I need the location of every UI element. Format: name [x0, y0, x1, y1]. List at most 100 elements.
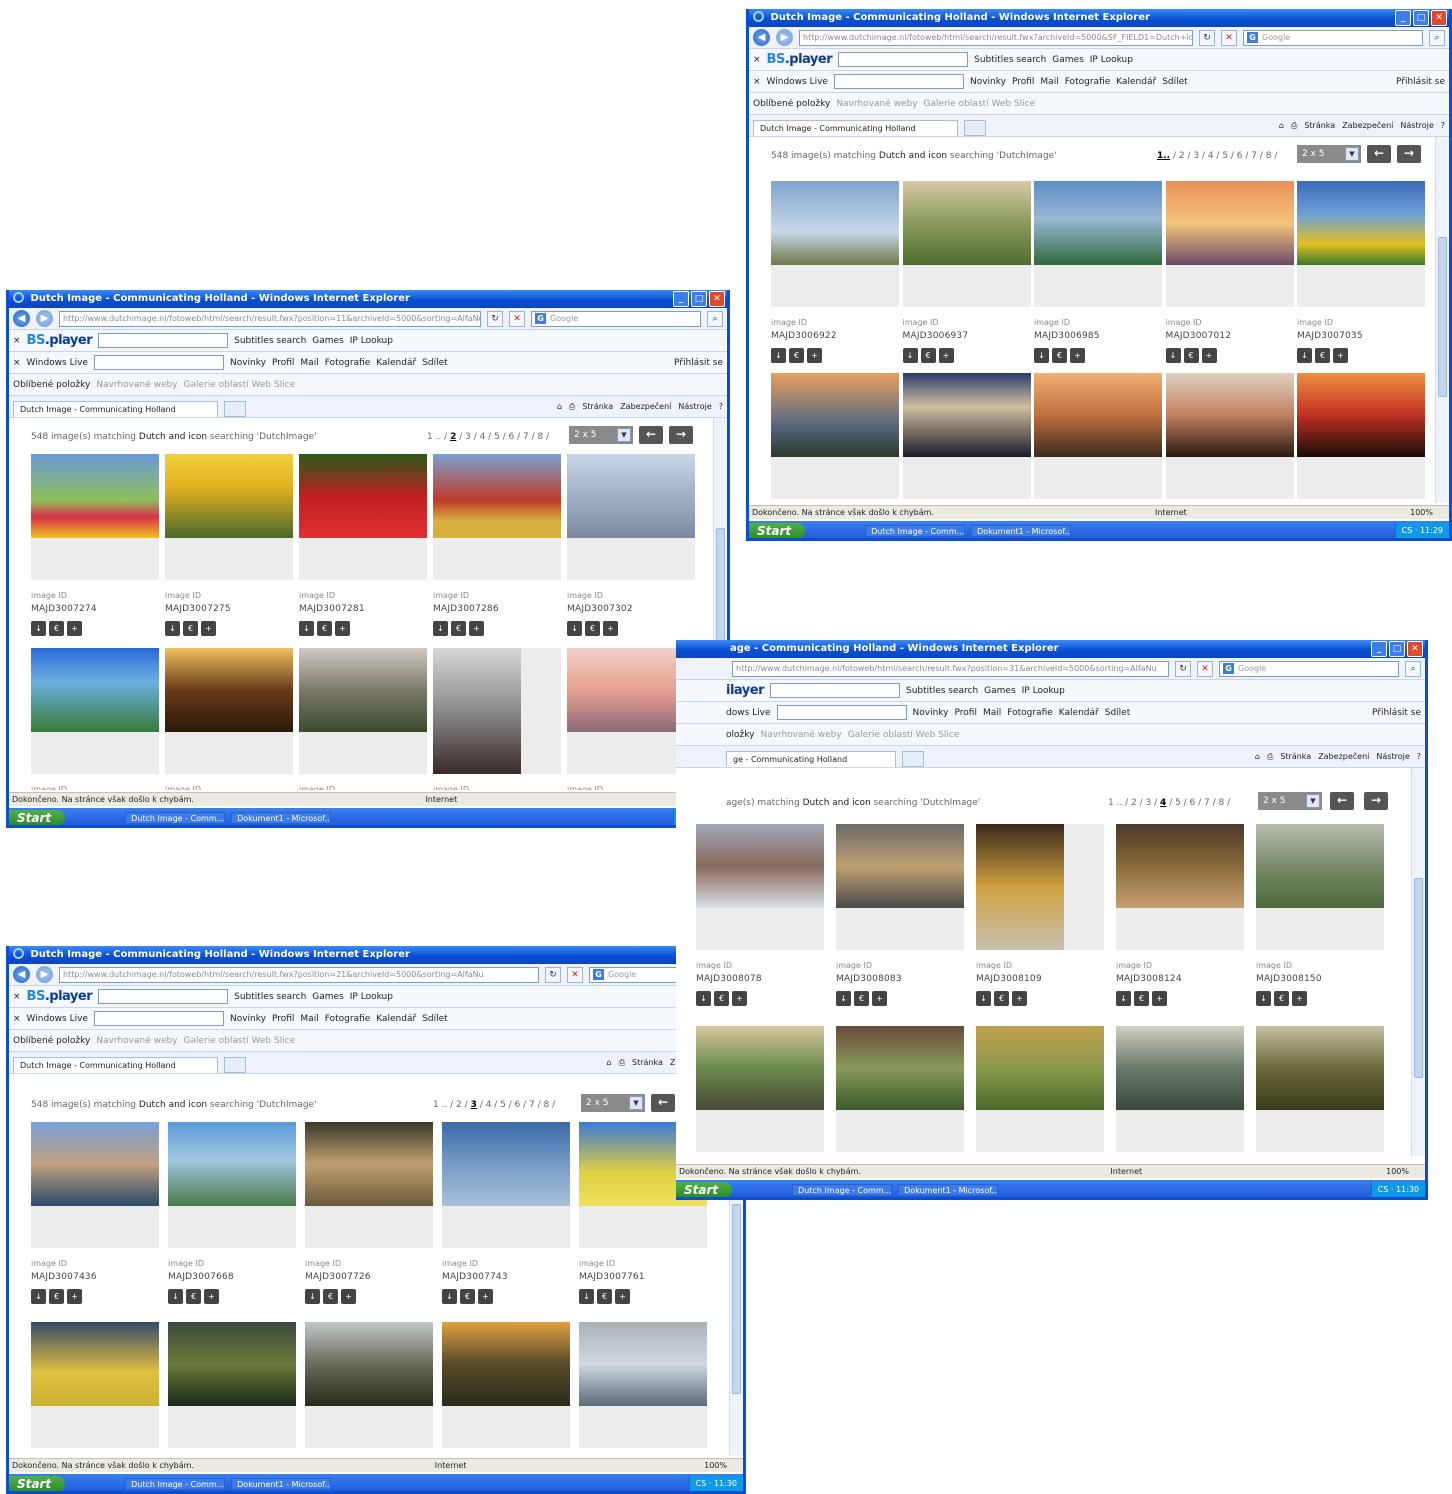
bsplayer-logo[interactable]: ilayer [726, 683, 765, 698]
euro-icon[interactable]: € [994, 991, 1009, 1006]
windows-live-search[interactable] [93, 1011, 224, 1026]
photo-thumbnail[interactable] [31, 1322, 159, 1406]
home-icon[interactable]: ⌂ [1255, 752, 1260, 762]
photo-thumbnail[interactable] [305, 1322, 433, 1406]
forward-icon[interactable]: ▶ [36, 966, 53, 983]
new-tab-button[interactable] [902, 751, 924, 767]
print-icon[interactable]: ⎙ [569, 402, 575, 412]
download-icon[interactable]: ↓ [771, 348, 786, 363]
prev-page-button[interactable]: ← [639, 426, 663, 444]
euro-icon[interactable]: € [597, 1289, 612, 1304]
link-profil[interactable]: Profil [272, 358, 294, 368]
suggested-sites-link[interactable]: Navrhované weby [96, 380, 177, 390]
euro-icon[interactable]: € [789, 348, 804, 363]
plus-icon[interactable]: + [1070, 348, 1085, 363]
taskbar-word[interactable]: Dokument1 - Microsof... [231, 1478, 332, 1490]
photo-thumbnail[interactable] [771, 373, 899, 457]
start-button[interactable]: Start [9, 1476, 66, 1491]
pagination[interactable]: 1 .. / 2 / 3 / 4 / 5 / 6 / 7 / 8 / [427, 432, 549, 442]
bsplayer-search-input[interactable] [838, 52, 969, 67]
photo-thumbnail[interactable] [299, 648, 427, 732]
plus-icon[interactable]: + [478, 1289, 493, 1304]
euro-icon[interactable]: € [317, 621, 332, 636]
plus-icon[interactable]: + [603, 621, 618, 636]
download-icon[interactable]: ↓ [1116, 991, 1131, 1006]
taskbar-word[interactable]: Dokument1 - Microsof... [898, 1184, 999, 1196]
title-bar[interactable]: Dutch Image - Communicating Holland - Wi… [9, 946, 743, 964]
stop-icon[interactable]: ✕ [1221, 29, 1237, 46]
euro-icon[interactable]: € [1183, 348, 1199, 363]
photo-thumbnail[interactable] [902, 181, 1031, 265]
close-toolbar-icon[interactable]: × [13, 1014, 21, 1024]
photo-thumbnail[interactable] [299, 454, 427, 538]
cmd-security[interactable]: Zabezpečení [1342, 121, 1393, 131]
print-icon[interactable]: ⎙ [619, 1058, 625, 1068]
download-icon[interactable]: ↓ [696, 991, 711, 1006]
photo-thumbnail[interactable] [696, 824, 824, 908]
pagination[interactable]: 1 .. / 2 / 3 / 4 / 5 / 6 / 7 / 8 / [1108, 798, 1230, 808]
forward-icon[interactable]: ▶ [36, 310, 53, 327]
print-icon[interactable]: ⎙ [1291, 121, 1297, 131]
link-sdilet[interactable]: Sdílet [1162, 77, 1188, 87]
download-icon[interactable]: ↓ [976, 991, 991, 1006]
photo-thumbnail[interactable] [168, 1122, 296, 1206]
prev-page-button[interactable]: ← [1367, 145, 1391, 163]
photo-thumbnail[interactable] [165, 454, 293, 538]
stop-icon[interactable]: ✕ [567, 966, 583, 983]
taskbar-ie[interactable]: Dutch Image - Comm... [865, 525, 966, 537]
bsplayer-search-input[interactable] [98, 989, 229, 1004]
bsplayer-logo[interactable]: BS.player [27, 989, 93, 1004]
photo-thumbnail[interactable] [1034, 181, 1162, 265]
photo-thumbnail[interactable] [168, 1322, 296, 1406]
web-slice-gallery-link[interactable]: Galerie oblastí Web Slice [184, 1036, 296, 1046]
photo-thumbnail[interactable] [442, 1122, 570, 1206]
suggested-sites-link[interactable]: Navrhované weby [96, 1036, 177, 1046]
photo-thumbnail[interactable] [567, 454, 695, 538]
new-tab-button[interactable] [224, 1057, 246, 1073]
start-button[interactable]: Start [749, 523, 806, 538]
download-icon[interactable]: ↓ [165, 621, 180, 636]
download-icon[interactable]: ↓ [433, 621, 448, 636]
search-icon[interactable]: ⌕ [707, 310, 723, 327]
download-icon[interactable]: ↓ [168, 1289, 183, 1304]
print-icon[interactable]: ⎙ [1267, 752, 1273, 762]
photo-thumbnail[interactable] [305, 1122, 433, 1206]
windows-live-search[interactable] [776, 705, 907, 720]
close-button[interactable]: ✕ [1431, 10, 1447, 26]
new-tab-button[interactable] [964, 120, 986, 136]
grid-size-select[interactable]: 2 x 5 ▼ [1297, 145, 1361, 163]
link-fotografie[interactable]: Fotografie [325, 1014, 371, 1024]
windows-live-search[interactable] [93, 355, 224, 370]
refresh-icon[interactable]: ↻ [1175, 660, 1191, 677]
home-icon[interactable]: ⌂ [1279, 121, 1284, 131]
grid-size-select[interactable]: 2 x 5 ▼ [569, 426, 633, 444]
bsplayer-logo[interactable]: BS.player [767, 52, 833, 67]
download-icon[interactable]: ↓ [305, 1289, 320, 1304]
cmd-page[interactable]: Stránka [1280, 752, 1311, 762]
sign-in-link[interactable]: Přihlásit se [674, 358, 723, 368]
web-slice-gallery-link[interactable]: Galerie oblastí Web Slice [184, 380, 296, 390]
euro-icon[interactable]: € [1052, 348, 1067, 363]
title-bar[interactable]: age - Communicating Holland - Windows In… [676, 640, 1425, 658]
ip-lookup-link[interactable]: IP Lookup [350, 992, 393, 1002]
cmd-page[interactable]: Stránka [632, 1058, 663, 1068]
euro-icon[interactable]: € [1134, 991, 1149, 1006]
address-input[interactable]: http://www.dutchimage.nl/fotoweb/html/se… [732, 660, 1169, 677]
photo-thumbnail[interactable] [433, 648, 521, 774]
home-icon[interactable]: ⌂ [607, 1058, 612, 1068]
stop-icon[interactable]: ✕ [1197, 660, 1213, 677]
photo-thumbnail[interactable] [696, 1026, 824, 1110]
link-fotografie[interactable]: Fotografie [1065, 77, 1111, 87]
plus-icon[interactable]: + [1201, 348, 1217, 363]
euro-icon[interactable]: € [323, 1289, 338, 1304]
photo-thumbnail[interactable] [1297, 373, 1425, 457]
link-sdilet[interactable]: Sdílet [1105, 708, 1131, 718]
link-fotografie[interactable]: Fotografie [1007, 708, 1053, 718]
games-link[interactable]: Games [312, 336, 343, 346]
link-mail[interactable]: Mail [1040, 77, 1058, 87]
photo-thumbnail[interactable] [976, 1026, 1104, 1110]
link-profil[interactable]: Profil [1012, 77, 1034, 87]
help-icon[interactable]: ? [719, 402, 723, 412]
cmd-security[interactable]: Zabezpečení [620, 402, 671, 412]
plus-icon[interactable]: + [67, 1289, 82, 1304]
